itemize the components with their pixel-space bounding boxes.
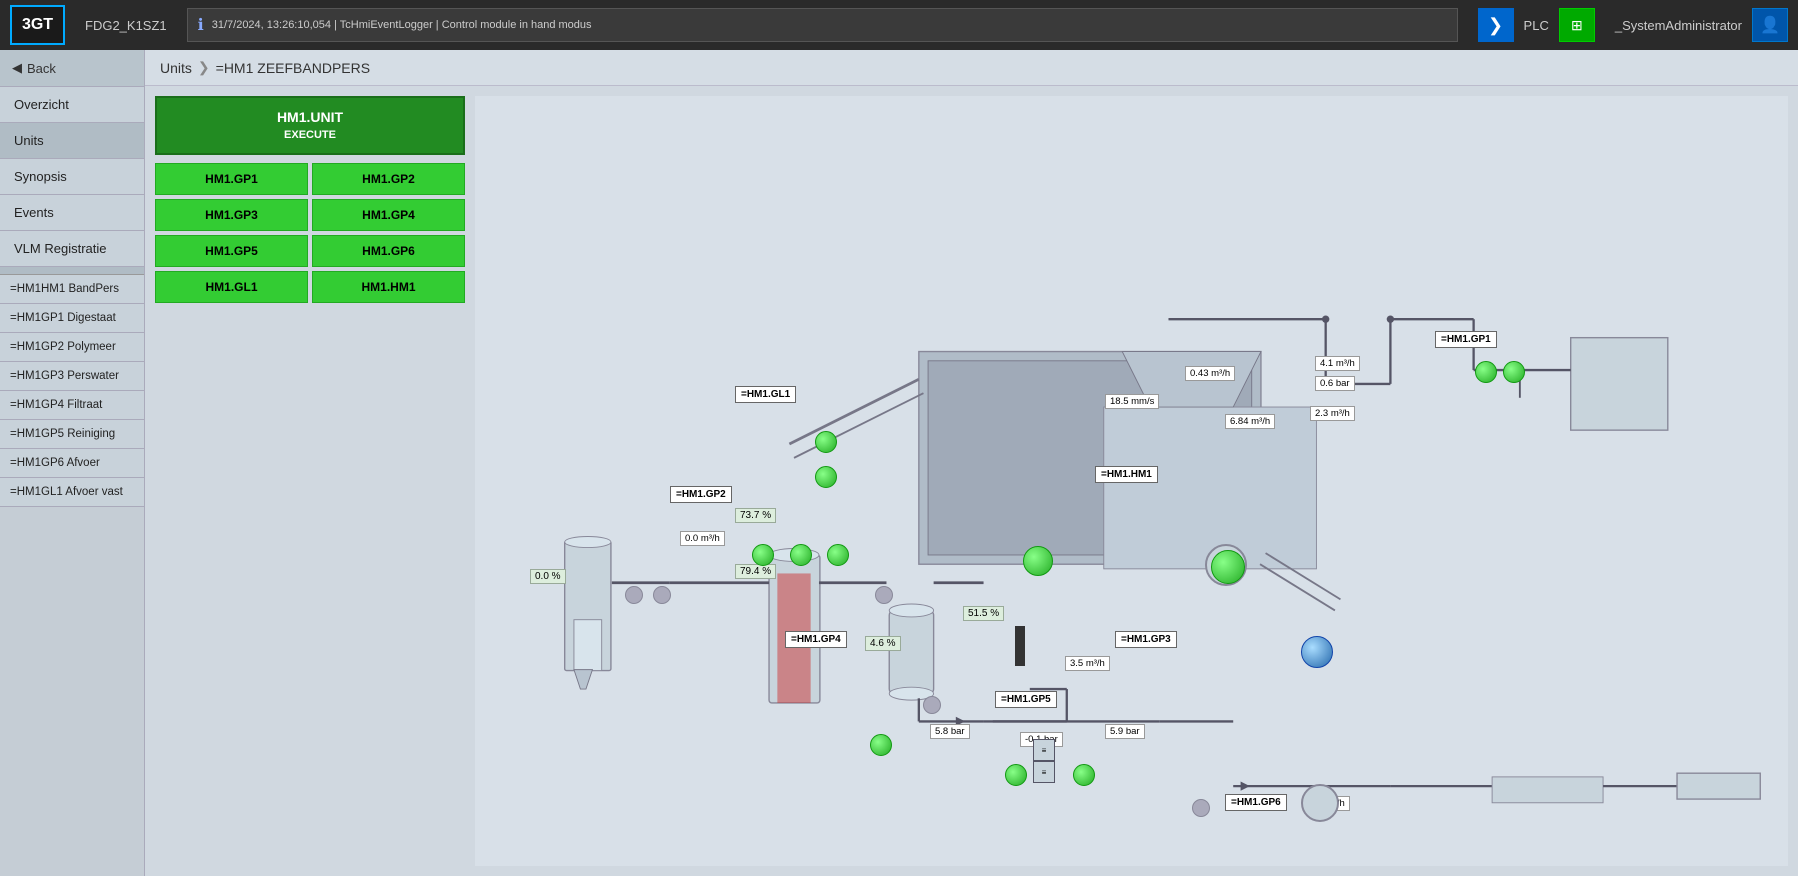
label-hm1-gp2[interactable]: =HM1.GP2 bbox=[670, 486, 732, 503]
gray-circle-gp6-1 bbox=[1192, 799, 1210, 817]
sidebar-item-events[interactable]: Events bbox=[0, 195, 144, 231]
content-area: Units ❯ =HM1 ZEEFBANDPERS HM1.UNIT EXECU… bbox=[145, 50, 1798, 876]
sidebar-sub-hm1gp6[interactable]: =HM1GP6 Afvoer bbox=[0, 449, 144, 478]
green-dot-conveyor2[interactable] bbox=[815, 466, 837, 488]
info-text: 31/7/2024, 13:26:10,054 | TcHmiEventLogg… bbox=[212, 19, 592, 31]
main-layout: ◀ Back Overzicht Units Synopsis Events V… bbox=[0, 50, 1798, 876]
level-bar bbox=[1015, 626, 1025, 666]
gl1-button[interactable]: HM1.GL1 bbox=[155, 271, 308, 303]
filter-icon: ≡ bbox=[1033, 739, 1055, 761]
green-dot-conveyor1[interactable] bbox=[815, 431, 837, 453]
plc-label: PLC bbox=[1524, 18, 1549, 33]
sidebar-sub-hm1gl1[interactable]: =HM1GL1 Afvoer vast bbox=[0, 478, 144, 507]
percent-p3: 51.5 % bbox=[963, 606, 1004, 621]
device-name: FDG2_K1SZ1 bbox=[85, 18, 167, 33]
process-diagram: =HM1.GL1 =HM1.HM1 =HM1.GP1 =HM1.GP2 =HM1… bbox=[475, 96, 1788, 866]
value-v6: 6.84 m³/h bbox=[1225, 414, 1275, 429]
percent-p2: 79.4 % bbox=[735, 564, 776, 579]
value-v9: 5.8 bar bbox=[930, 724, 970, 739]
label-hm1-gp1[interactable]: =HM1.GP1 bbox=[1435, 331, 1497, 348]
green-dot-gp5-1[interactable] bbox=[870, 734, 892, 756]
gp3-button[interactable]: HM1.GP3 bbox=[155, 199, 308, 231]
sidebar-item-vlm[interactable]: VLM Registratie bbox=[0, 231, 144, 267]
back-arrow-icon: ◀ bbox=[12, 60, 22, 76]
gray-circle-1 bbox=[625, 586, 643, 604]
motor-gp3-indicator bbox=[1211, 550, 1245, 584]
sidebar-sub-hm1gp2[interactable]: =HM1GP2 Polymeer bbox=[0, 333, 144, 362]
breadcrumb-sep: ❯ bbox=[198, 59, 210, 76]
sidebar-sub-hm1gp3[interactable]: =HM1GP3 Perswater bbox=[0, 362, 144, 391]
percent-p1: 73.7 % bbox=[735, 508, 776, 523]
sidebar-sub-hm1gp1[interactable]: =HM1GP1 Digestaat bbox=[0, 304, 144, 333]
logo: 3GT bbox=[10, 5, 65, 45]
gray-circle-2 bbox=[653, 586, 671, 604]
label-hm1-gp3[interactable]: =HM1.GP3 bbox=[1115, 631, 1177, 648]
gp1-button[interactable]: HM1.GP1 bbox=[155, 163, 308, 195]
info-bar: ℹ 31/7/2024, 13:26:10,054 | TcHmiEventLo… bbox=[187, 8, 1458, 42]
motor-gp6[interactable] bbox=[1301, 784, 1339, 822]
sidebar-item-overzicht[interactable]: Overzicht bbox=[0, 87, 144, 123]
motor-gp3[interactable] bbox=[1205, 544, 1247, 586]
green-dot-gp5-3[interactable] bbox=[1073, 764, 1095, 786]
green-dot-gp5-2[interactable] bbox=[1005, 764, 1027, 786]
percent-p5: 0.0 % bbox=[530, 569, 566, 584]
plc-icon: ⊞ bbox=[1559, 8, 1595, 42]
value-v7: 2.3 m³/h bbox=[1310, 406, 1355, 421]
header: 3GT FDG2_K1SZ1 ℹ 31/7/2024, 13:26:10,054… bbox=[0, 0, 1798, 50]
gray-circle-4 bbox=[875, 586, 893, 604]
back-button[interactable]: ◀ Back bbox=[0, 50, 144, 87]
label-hm1-gp4[interactable]: =HM1.GP4 bbox=[785, 631, 847, 648]
green-dot-press-center[interactable] bbox=[1023, 546, 1053, 576]
green-dot-gp2-3[interactable] bbox=[827, 544, 849, 566]
gp4-button[interactable]: HM1.GP4 bbox=[312, 199, 465, 231]
value-v1: 0.0 m³/h bbox=[680, 531, 725, 546]
value-v8: 3.5 m³/h bbox=[1065, 656, 1110, 671]
gp6-button[interactable]: HM1.GP6 bbox=[312, 235, 465, 267]
process-area: HM1.UNIT EXECUTE HM1.GP1 HM1.GP2 HM1.GP3… bbox=[145, 86, 1798, 876]
label-hm1-gp5[interactable]: =HM1.GP5 bbox=[995, 691, 1057, 708]
blue-dot-sensor[interactable] bbox=[1301, 636, 1333, 668]
user-icon: 👤 bbox=[1752, 8, 1788, 42]
info-icon: ℹ bbox=[198, 15, 204, 35]
sidebar: ◀ Back Overzicht Units Synopsis Events V… bbox=[0, 50, 145, 876]
user-name: _SystemAdministrator bbox=[1615, 18, 1742, 33]
gp5-button[interactable]: HM1.GP5 bbox=[155, 235, 308, 267]
sidebar-item-units[interactable]: Units bbox=[0, 123, 144, 159]
left-panel: HM1.UNIT EXECUTE HM1.GP1 HM1.GP2 HM1.GP3… bbox=[155, 96, 465, 866]
unit-button[interactable]: HM1.UNIT EXECUTE bbox=[155, 96, 465, 155]
gp-grid: HM1.GP1 HM1.GP2 HM1.GP3 HM1.GP4 HM1.GP5 … bbox=[155, 163, 465, 303]
green-dot-gp2-1[interactable] bbox=[752, 544, 774, 566]
value-v4: 4.1 m³/h bbox=[1315, 356, 1360, 371]
nav-arrow-button[interactable]: ❯ bbox=[1478, 8, 1514, 42]
value-v3: 0.43 m³/h bbox=[1185, 366, 1235, 381]
breadcrumb-current: =HM1 ZEEFBANDPERS bbox=[216, 60, 370, 76]
sidebar-sub-hm1gp4[interactable]: =HM1GP4 Filtraat bbox=[0, 391, 144, 420]
value-v11: 5.9 bar bbox=[1105, 724, 1145, 739]
hm1-button[interactable]: HM1.HM1 bbox=[312, 271, 465, 303]
gp2-button[interactable]: HM1.GP2 bbox=[312, 163, 465, 195]
green-dot-gp2-2[interactable] bbox=[790, 544, 812, 566]
sidebar-sub-hm1hm1[interactable]: =HM1HM1 BandPers bbox=[0, 275, 144, 304]
sidebar-item-synopsis[interactable]: Synopsis bbox=[0, 159, 144, 195]
sidebar-sub-hm1gp5[interactable]: =HM1GP5 Reiniging bbox=[0, 420, 144, 449]
label-hm1-gp6[interactable]: =HM1.GP6 bbox=[1225, 794, 1287, 811]
green-dot-gp1-1[interactable] bbox=[1475, 361, 1497, 383]
label-hm1-gl1[interactable]: =HM1.GL1 bbox=[735, 386, 796, 403]
breadcrumb: Units ❯ =HM1 ZEEFBANDPERS bbox=[145, 50, 1798, 86]
value-v2: 18.5 mm/s bbox=[1105, 394, 1159, 409]
percent-p4: 4.6 % bbox=[865, 636, 901, 651]
value-v5: 0.6 bar bbox=[1315, 376, 1355, 391]
breadcrumb-units[interactable]: Units bbox=[160, 60, 192, 76]
sidebar-divider bbox=[0, 267, 144, 275]
filter-icon2: ≡ bbox=[1033, 761, 1055, 783]
label-hm1-hm1[interactable]: =HM1.HM1 bbox=[1095, 466, 1158, 483]
gray-circle-3 bbox=[923, 696, 941, 714]
green-dot-gp1-2[interactable] bbox=[1503, 361, 1525, 383]
